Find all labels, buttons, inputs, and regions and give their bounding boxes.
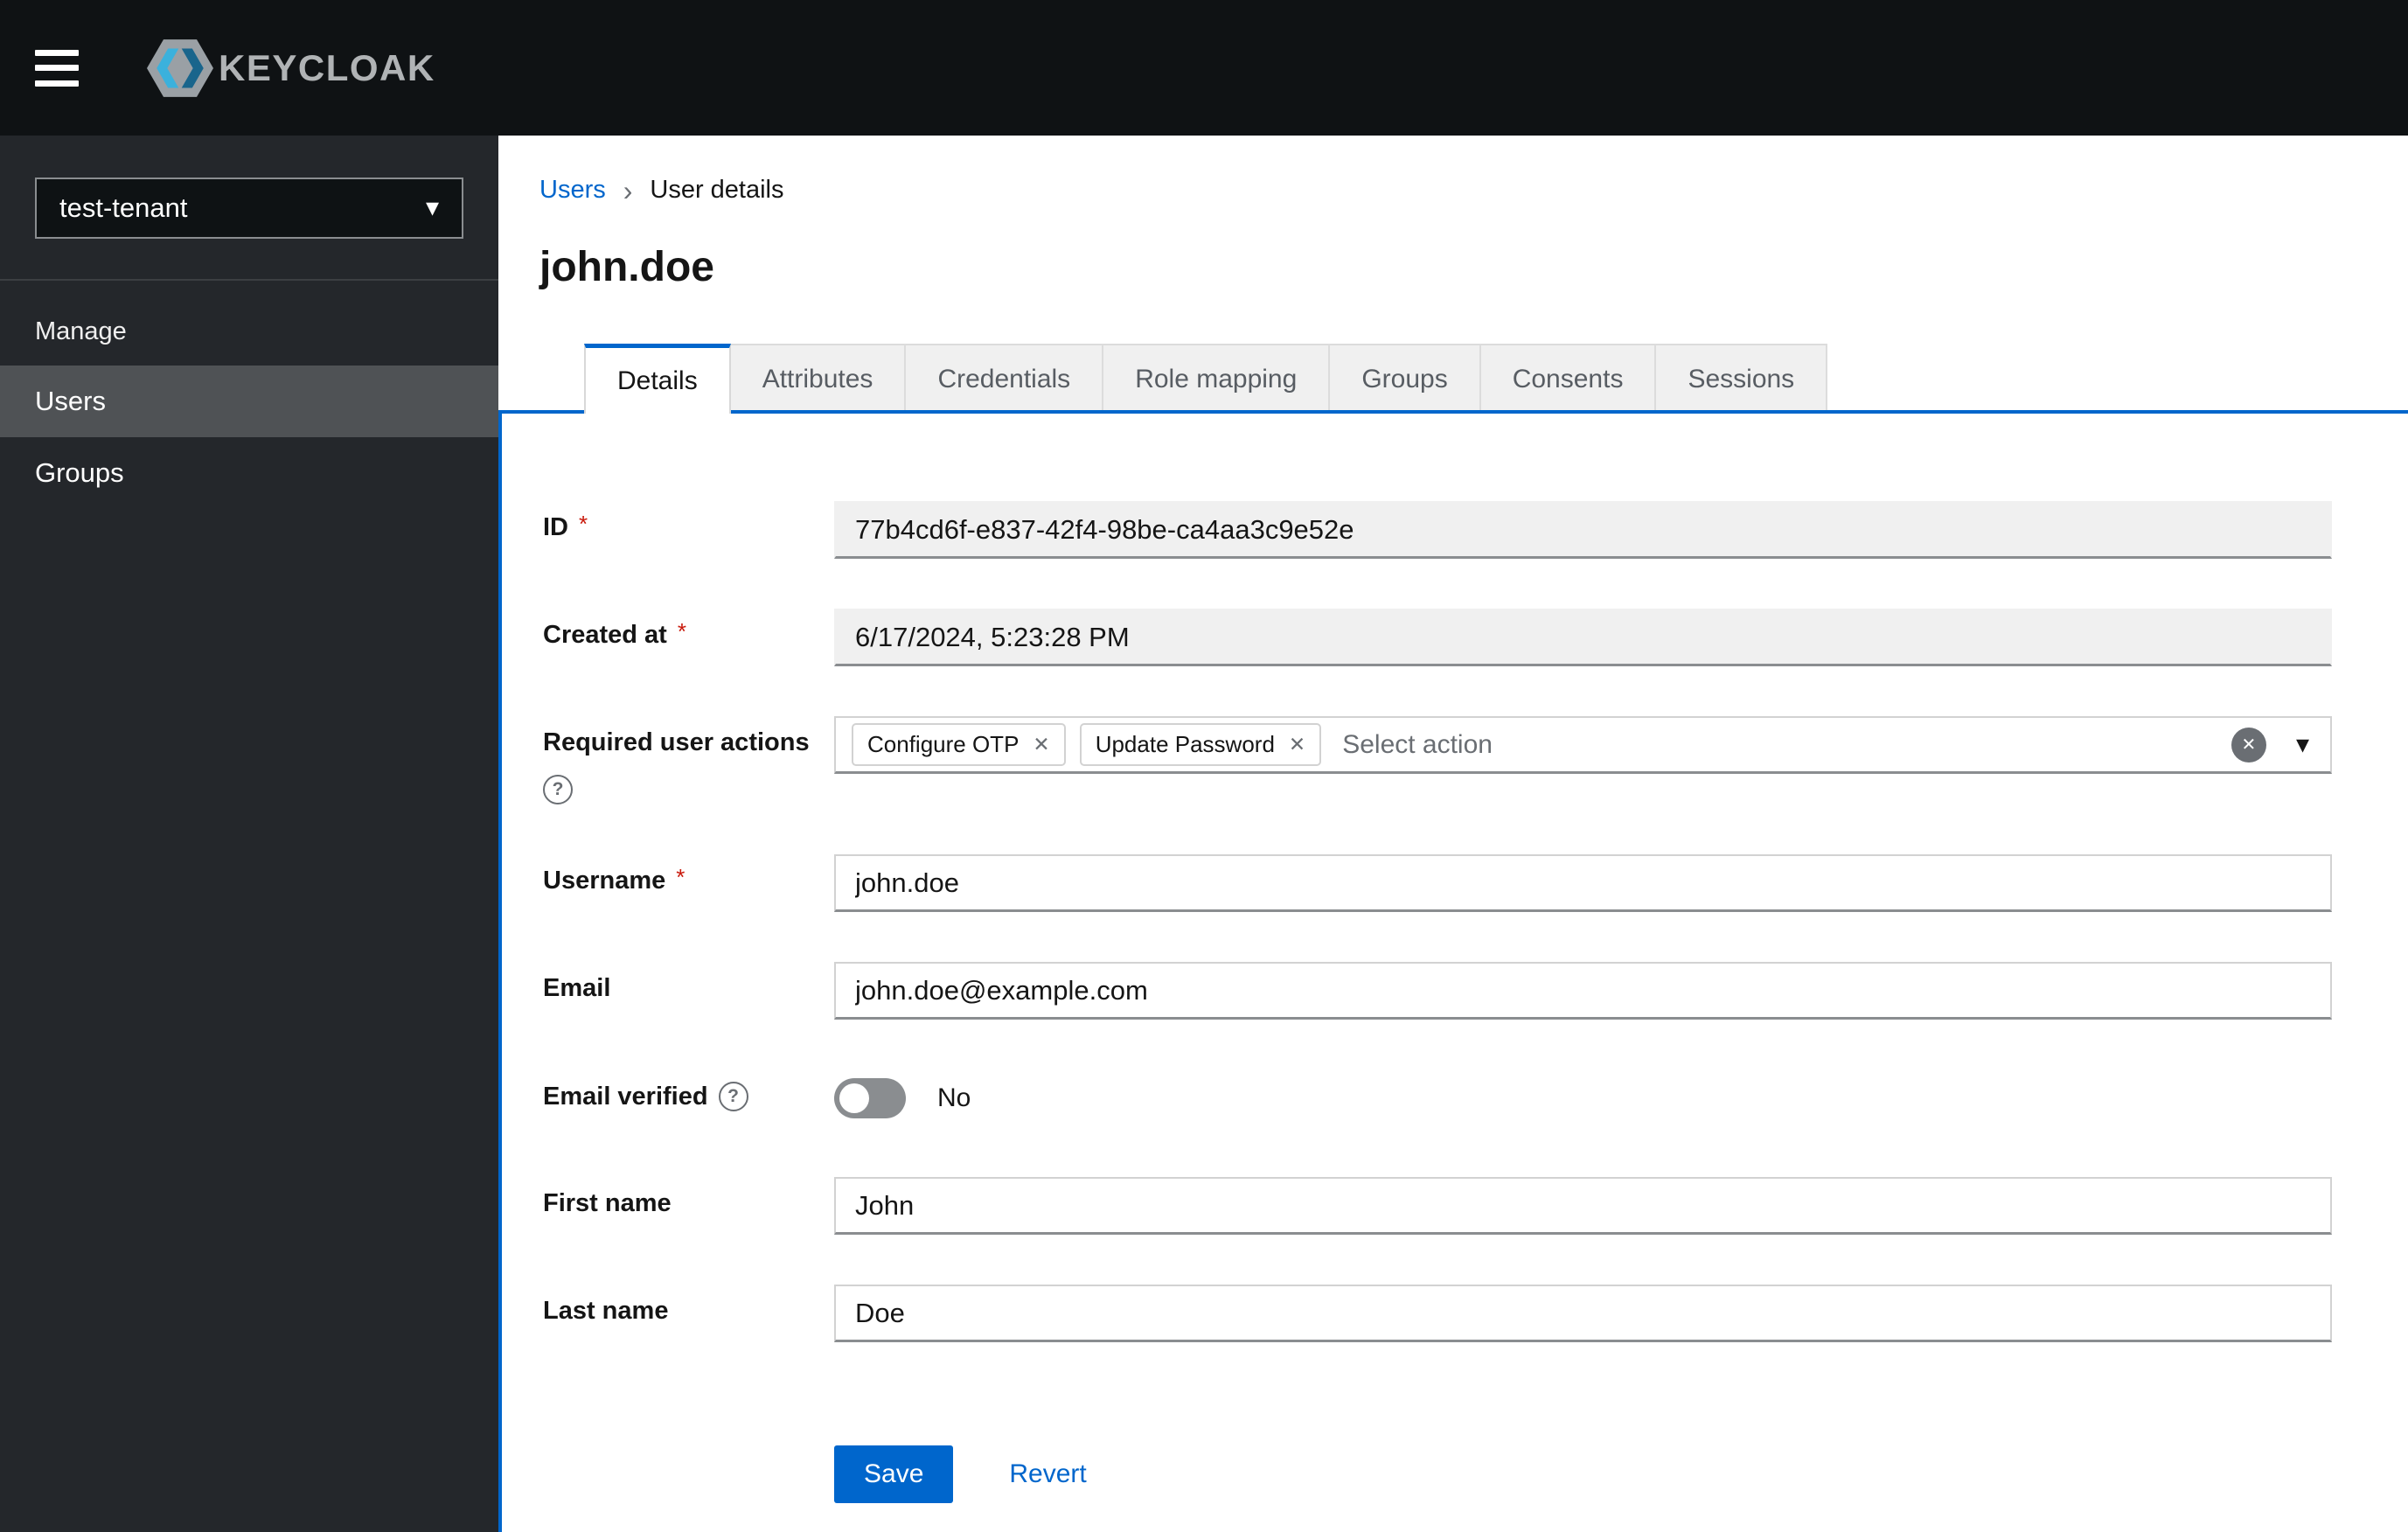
username-label: Username — [543, 867, 666, 895]
required-asterisk: * — [579, 511, 588, 537]
tab-credentials[interactable]: Credentials — [906, 344, 1104, 414]
email-verified-row: Email verified ? No — [543, 1069, 2332, 1127]
keycloak-logo: KEYCLOAK — [147, 38, 435, 97]
revert-link[interactable]: Revert — [1009, 1459, 1086, 1489]
hamburger-bar — [35, 65, 79, 71]
email-label: Email — [543, 974, 611, 1002]
select-action-input[interactable] — [1342, 729, 2217, 760]
hamburger-bar — [35, 80, 79, 87]
created-at-label: Created at — [543, 621, 667, 649]
details-panel: ID * Created at * — [498, 414, 2408, 1532]
nav-section-manage: Manage — [35, 317, 127, 345]
tab-sessions[interactable]: Sessions — [1656, 344, 1828, 414]
help-icon[interactable]: ? — [718, 1082, 748, 1111]
last-name-label: Last name — [543, 1297, 669, 1325]
sidebar-item-groups[interactable]: Groups — [0, 437, 498, 509]
username-input[interactable] — [834, 854, 2332, 912]
user-detail-tabs: Details Attributes Credentials Role mapp… — [498, 344, 2408, 414]
email-verified-toggle[interactable] — [834, 1078, 906, 1118]
realm-selector-dropdown[interactable]: test-tenant ▾ — [35, 178, 463, 239]
keycloak-admin-console: KEYCLOAK test-tenant ▾ Manage Users Grou… — [0, 0, 2408, 1532]
required-asterisk: * — [677, 618, 686, 644]
required-user-actions-label: Required user actions — [543, 728, 810, 756]
email-verified-state: No — [937, 1083, 971, 1112]
breadcrumb-current: User details — [650, 176, 784, 204]
chip-remove-icon[interactable]: ✕ — [1289, 735, 1305, 755]
first-name-label: First name — [543, 1189, 672, 1217]
first-name-input[interactable] — [834, 1177, 2332, 1235]
email-row: Email — [543, 962, 2332, 1020]
email-input[interactable] — [834, 962, 2332, 1020]
breadcrumb: Users › User details — [539, 176, 2332, 205]
last-name-row: Last name — [543, 1285, 2332, 1342]
chip-label: Configure OTP — [867, 731, 1020, 757]
form-actions: Save Revert — [834, 1445, 2332, 1503]
tab-groups[interactable]: Groups — [1330, 344, 1481, 414]
save-button[interactable]: Save — [834, 1445, 954, 1503]
toggle-knob — [839, 1083, 869, 1113]
keycloak-logo-icon — [147, 38, 213, 97]
tab-consents[interactable]: Consents — [1480, 344, 1657, 414]
page-title: john.doe — [539, 244, 714, 290]
realm-name: test-tenant — [59, 192, 188, 223]
sidebar-item-users[interactable]: Users — [0, 366, 498, 437]
username-row: Username * — [543, 854, 2332, 912]
help-icon[interactable]: ? — [543, 775, 573, 804]
email-verified-label: Email verified — [543, 1082, 708, 1111]
chevron-down-icon: ▾ — [425, 193, 439, 222]
sidebar: test-tenant ▾ Manage Users Groups — [0, 136, 498, 1532]
chip-remove-icon[interactable]: ✕ — [1033, 735, 1049, 755]
created-at-input[interactable] — [834, 609, 2332, 666]
last-name-input[interactable] — [834, 1285, 2332, 1342]
required-asterisk: * — [676, 864, 686, 890]
sidebar-nav: Manage Users Groups — [0, 281, 498, 509]
top-header: KEYCLOAK — [0, 0, 2408, 136]
chip-configure-otp: Configure OTP ✕ — [852, 723, 1066, 766]
chip-label: Update Password — [1095, 731, 1275, 757]
hamburger-menu-button[interactable] — [35, 49, 79, 87]
app-body: test-tenant ▾ Manage Users Groups Users … — [0, 136, 2408, 1532]
required-user-actions-multiselect[interactable]: Configure OTP ✕ Update Password ✕ ✕ ▾ — [834, 716, 2332, 774]
main-content: Users › User details john.doe Details At… — [498, 136, 2408, 1532]
id-row: ID * — [543, 501, 2332, 559]
first-name-row: First name — [543, 1177, 2332, 1235]
tab-role-mapping[interactable]: Role mapping — [1103, 344, 1331, 414]
realm-selector-area: test-tenant ▾ — [0, 136, 498, 281]
clear-selection-icon[interactable]: ✕ — [2231, 727, 2266, 763]
tab-details[interactable]: Details — [584, 344, 731, 414]
id-input[interactable] — [834, 501, 2332, 559]
page-header-area: Users › User details john.doe — [498, 136, 2408, 291]
breadcrumb-separator-icon: › — [623, 174, 633, 206]
created-at-row: Created at * — [543, 609, 2332, 666]
chevron-down-icon[interactable]: ▾ — [2296, 731, 2309, 758]
id-label: ID — [543, 513, 568, 541]
brand-text: KEYCLOAK — [219, 46, 435, 88]
chip-update-password: Update Password ✕ — [1079, 723, 1322, 766]
required-user-actions-row: Required user actions ? Configure OTP ✕ … — [543, 716, 2332, 804]
hamburger-bar — [35, 49, 79, 56]
breadcrumb-users-link[interactable]: Users — [539, 176, 606, 205]
tab-attributes[interactable]: Attributes — [730, 344, 907, 414]
